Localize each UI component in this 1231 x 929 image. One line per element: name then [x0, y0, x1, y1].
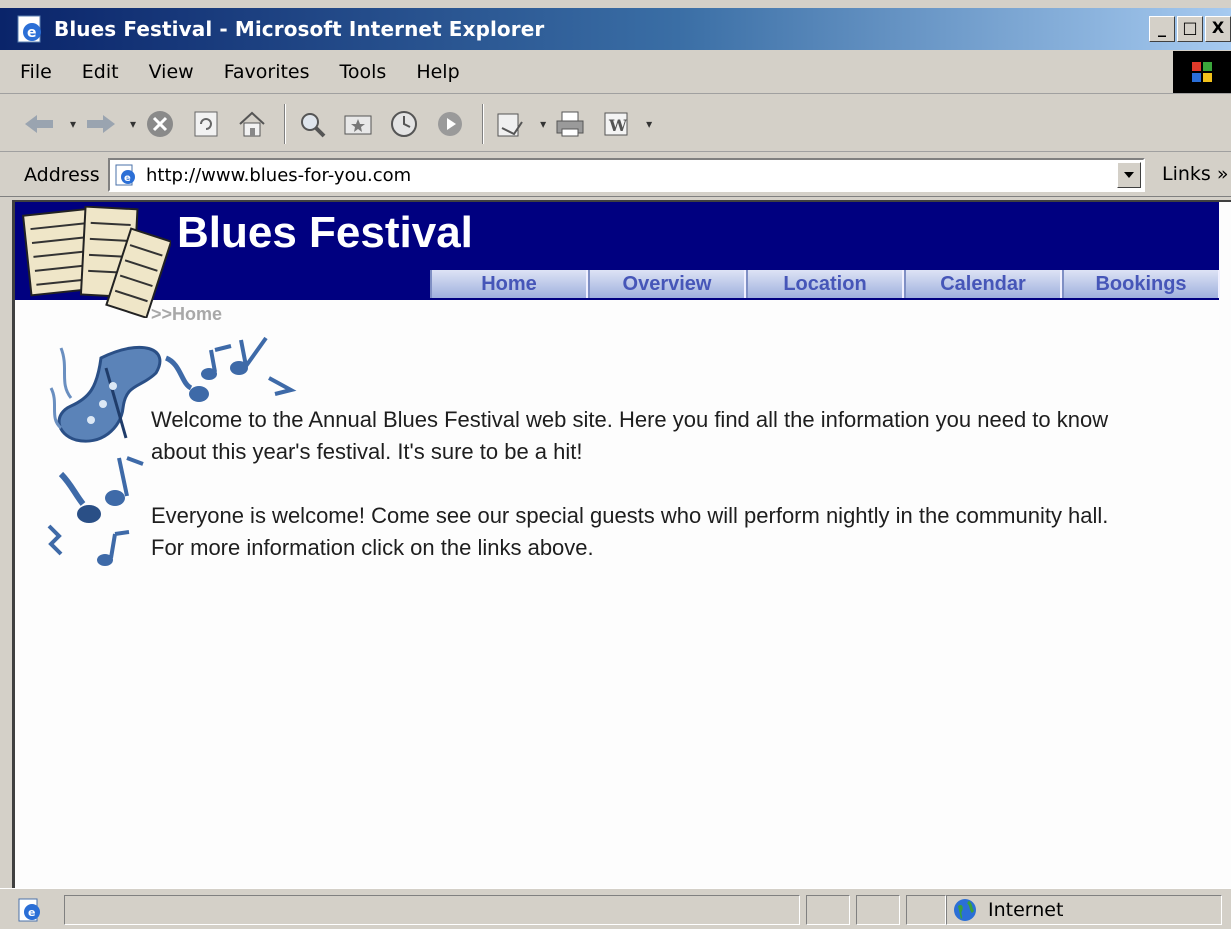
- site-title: Blues Festival: [177, 208, 473, 257]
- back-dropdown-icon[interactable]: ▾: [70, 117, 76, 131]
- close-button[interactable]: X: [1205, 16, 1231, 42]
- site-nav: Home Overview Location Calendar Bookings: [430, 270, 1220, 298]
- mail-icon[interactable]: [490, 104, 530, 144]
- status-panel: [856, 895, 900, 925]
- nav-location[interactable]: Location: [746, 270, 904, 298]
- word-dropdown-icon[interactable]: ▾: [646, 117, 652, 131]
- svg-text:W: W: [608, 116, 628, 135]
- address-label: Address: [24, 163, 100, 186]
- back-icon[interactable]: [20, 104, 60, 144]
- address-url: http://www.blues-for-you.com: [146, 164, 412, 186]
- menu-view[interactable]: View: [149, 61, 194, 83]
- web-page: Blues Festival Home Overview Location Ca…: [12, 200, 1231, 888]
- refresh-icon[interactable]: [186, 104, 226, 144]
- welcome-paragraph: Welcome to the Annual Blues Festival web…: [151, 407, 1109, 464]
- links-button[interactable]: Links »: [1162, 163, 1228, 185]
- favorites-icon[interactable]: [338, 104, 378, 144]
- page-icon: e: [114, 163, 138, 187]
- sheet-music-logo: [21, 205, 173, 319]
- media-icon[interactable]: [430, 104, 470, 144]
- word-icon[interactable]: W: [596, 104, 636, 144]
- page-status-icon: e: [16, 896, 44, 924]
- menu-help[interactable]: Help: [416, 61, 459, 83]
- chevron-down-icon: [1124, 172, 1134, 178]
- toolbar-separator: [284, 103, 287, 144]
- search-icon[interactable]: [292, 104, 332, 144]
- windows-logo-icon: [1173, 51, 1231, 93]
- invitation-paragraph: Everyone is welcome! Come see our specia…: [151, 503, 1109, 560]
- nav-overview[interactable]: Overview: [588, 270, 746, 298]
- title-bar[interactable]: e Blues Festival - Microsoft Internet Ex…: [0, 8, 1231, 50]
- status-bar: e Internet: [0, 888, 1231, 929]
- globe-icon: [954, 899, 976, 921]
- site-banner: Blues Festival Home Overview Location Ca…: [15, 202, 1220, 319]
- address-dropdown-button[interactable]: [1117, 162, 1141, 188]
- history-icon[interactable]: [384, 104, 424, 144]
- toolbar-separator: [482, 103, 485, 144]
- menu-bar: File Edit View Favorites Tools Help: [0, 50, 1231, 94]
- mail-dropdown-icon[interactable]: ▾: [540, 117, 546, 131]
- stop-icon[interactable]: [140, 104, 180, 144]
- zone-label: Internet: [988, 899, 1064, 921]
- toolbar: ▾ ▾ ▾ W ▾: [0, 96, 1231, 152]
- menu-favorites[interactable]: Favorites: [224, 61, 310, 83]
- window-title: Blues Festival - Microsoft Internet Expl…: [54, 17, 545, 41]
- svg-text:e: e: [124, 173, 131, 184]
- status-panel: [806, 895, 850, 925]
- svg-text:e: e: [27, 25, 37, 41]
- breadcrumb: >>Home: [151, 304, 223, 324]
- forward-dropdown-icon[interactable]: ▾: [130, 117, 136, 131]
- forward-icon[interactable]: [80, 104, 120, 144]
- maximize-button[interactable]: □: [1177, 16, 1203, 42]
- menu-file[interactable]: File: [20, 61, 52, 83]
- nav-bookings[interactable]: Bookings: [1062, 270, 1220, 298]
- menu-tools[interactable]: Tools: [340, 61, 387, 83]
- ie-page-icon: e: [14, 12, 48, 46]
- address-bar: Address e http://www.blues-for-you.com L…: [0, 153, 1231, 197]
- home-icon[interactable]: [232, 104, 272, 144]
- status-panel: [906, 895, 946, 925]
- status-message-panel: [64, 895, 800, 925]
- address-input[interactable]: e http://www.blues-for-you.com: [108, 158, 1145, 192]
- print-icon[interactable]: [550, 104, 590, 144]
- menu-edit[interactable]: Edit: [82, 61, 119, 83]
- browser-window: e Blues Festival - Microsoft Internet Ex…: [0, 0, 1231, 929]
- svg-text:e: e: [28, 906, 35, 919]
- minimize-button[interactable]: _: [1149, 16, 1175, 42]
- nav-calendar[interactable]: Calendar: [904, 270, 1062, 298]
- window-controls: _ □ X: [1149, 16, 1231, 42]
- internet-zone: Internet: [952, 895, 1063, 925]
- nav-home[interactable]: Home: [430, 270, 588, 298]
